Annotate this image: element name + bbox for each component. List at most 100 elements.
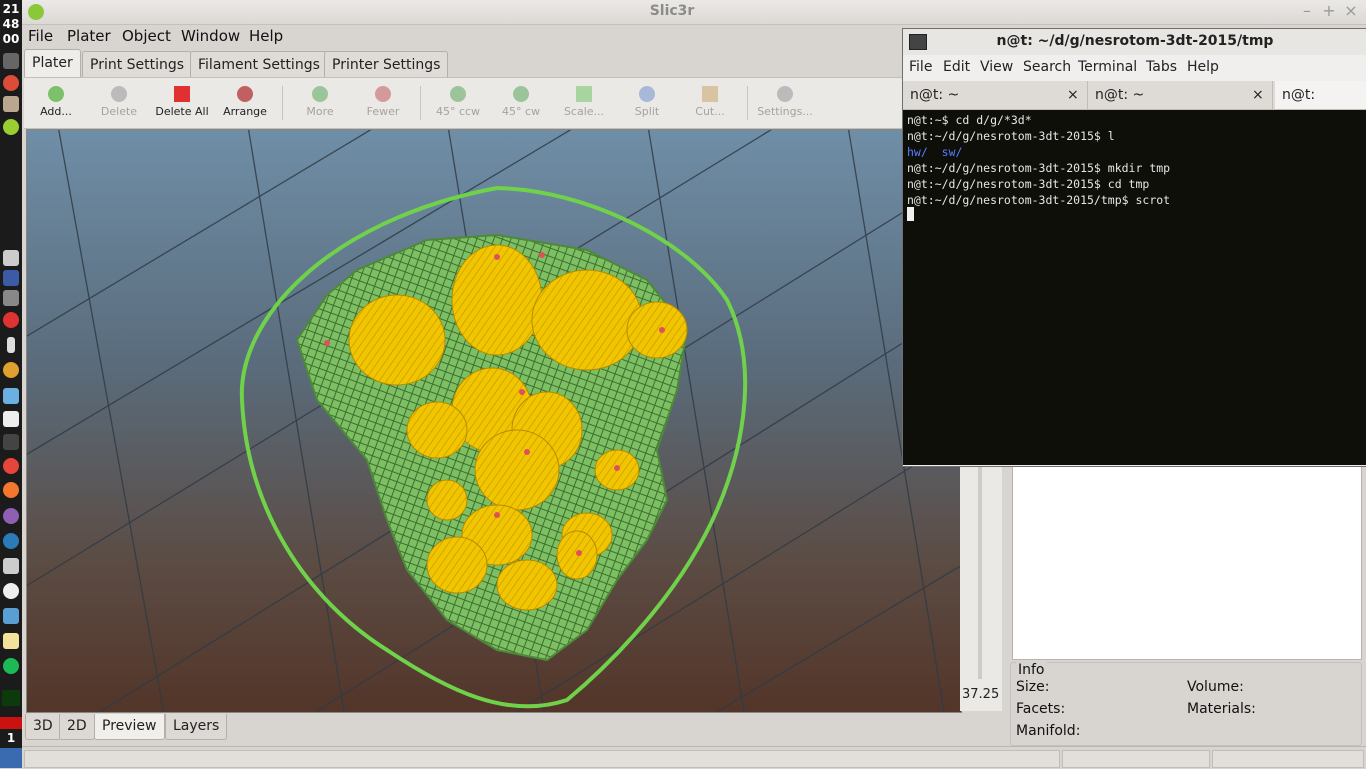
terminal-menu-view[interactable]: View: [980, 59, 1013, 75]
menu-plater[interactable]: Plater: [67, 27, 111, 45]
terminal-line: n@t:~/d/g/nesrotom-3dt-2015$ cd tmp: [907, 177, 1150, 191]
status-message: [24, 750, 1060, 768]
tab-layers[interactable]: Layers: [165, 714, 228, 740]
rotate-cw-button[interactable]: 45° cw: [489, 82, 553, 118]
facets-label: Facets:: [1016, 701, 1066, 717]
tab-2d[interactable]: 2D: [59, 714, 95, 740]
gmail-icon[interactable]: [3, 312, 19, 328]
object-list[interactable]: [1012, 466, 1362, 660]
amazon-icon[interactable]: [3, 583, 19, 599]
cut-button[interactable]: Cut...: [678, 82, 742, 118]
slider-track[interactable]: [978, 449, 982, 679]
toolbar-separator: [282, 86, 283, 120]
terminal-menu-terminal[interactable]: Terminal: [1078, 59, 1137, 75]
scale-button[interactable]: Scale...: [552, 82, 616, 118]
maximize-button[interactable]: +: [1320, 2, 1338, 20]
tab-3d[interactable]: 3D: [25, 714, 61, 740]
tab-printer-settings[interactable]: Printer Settings: [324, 51, 449, 77]
terminal-menu-file[interactable]: File: [909, 59, 932, 75]
volume-icon[interactable]: [3, 250, 19, 266]
delete-button[interactable]: Delete: [87, 82, 151, 118]
more-button[interactable]: More: [288, 82, 352, 118]
tab-close-icon[interactable]: ×: [1252, 81, 1264, 109]
preview-canvas[interactable]: [26, 129, 962, 713]
terminal-launcher-icon[interactable]: [3, 53, 19, 69]
chrome-launcher-icon[interactable]: [3, 75, 19, 91]
clock-minute: 48: [2, 17, 20, 31]
files-launcher-icon[interactable]: [3, 96, 19, 112]
scale-icon: [576, 86, 592, 102]
system-monitor-icon[interactable]: [3, 608, 19, 624]
info-heading: Info: [1016, 662, 1047, 678]
menu-file[interactable]: File: [28, 27, 53, 45]
settings-button[interactable]: Settings...: [753, 82, 817, 118]
menu-object[interactable]: Object: [122, 27, 171, 45]
terminal-tab-active[interactable]: n@t: ~/d/g/n: [1275, 81, 1366, 131]
add-icon: [48, 86, 64, 102]
terminal-menu-search[interactable]: Search: [1023, 59, 1071, 75]
rotate-ccw-button[interactable]: 45° ccw: [426, 82, 490, 118]
cpu-graph: [2, 690, 20, 706]
dropbox-icon[interactable]: [3, 411, 19, 427]
terminal-menu-help[interactable]: Help: [1187, 59, 1219, 75]
workspace-number: 1: [6, 731, 16, 745]
lock-icon[interactable]: [3, 290, 19, 306]
thunderbird-icon[interactable]: [3, 533, 19, 549]
close-button[interactable]: ×: [1342, 2, 1360, 20]
pidgin-icon[interactable]: [3, 508, 19, 524]
split-button[interactable]: Split: [615, 82, 679, 118]
terminal-window: n@t: ~/d/g/nesrotom-3dt-2015/tmp File Ed…: [902, 28, 1366, 467]
slic3r-launcher-icon[interactable]: [3, 119, 19, 135]
menu-help[interactable]: Help: [249, 27, 283, 45]
terminal-tab[interactable]: n@t: ~: [903, 81, 1088, 109]
terminal-menu-edit[interactable]: Edit: [943, 59, 970, 75]
terminal-menubar: File Edit View Search Terminal Tabs Help: [903, 56, 1366, 78]
terminal-line: hw/ sw/: [907, 144, 962, 160]
chrome-icon[interactable]: [3, 458, 19, 474]
slic3r-titlebar[interactable]: Slic3r – + ×: [22, 0, 1366, 25]
flag-icon[interactable]: [3, 270, 19, 286]
tab-preview[interactable]: Preview: [94, 714, 165, 740]
status-bar: [22, 746, 1366, 769]
toolbar-separator: [747, 86, 748, 120]
calculator-icon[interactable]: [3, 558, 19, 574]
terminal-tab[interactable]: n@t: ~: [1088, 81, 1273, 109]
terminal-line: n@t:~/d/g/nesrotom-3dt-2015/tmp$ scrot: [907, 193, 1171, 207]
monitor-icon[interactable]: [3, 434, 19, 450]
network-icon[interactable]: [3, 388, 19, 404]
add-button[interactable]: Add...: [24, 82, 88, 118]
terminal-cursor: [907, 207, 914, 221]
terminal-titlebar[interactable]: n@t: ~/d/g/nesrotom-3dt-2015/tmp: [903, 29, 1366, 55]
info-panel: Info Size: Volume: Facets: Materials: Ma…: [1010, 662, 1362, 746]
split-icon: [639, 86, 655, 102]
toolbar-separator: [420, 86, 421, 120]
text-editor-icon[interactable]: [3, 633, 19, 649]
materials-label: Materials:: [1187, 701, 1256, 717]
size-label: Size:: [1016, 679, 1050, 695]
delete-all-button[interactable]: Delete All: [150, 82, 214, 118]
more-icon: [312, 86, 328, 102]
spotify-icon[interactable]: [3, 658, 19, 674]
terminal-tabbar: n@t: ~ × n@t: ~ × n@t: ~/d/g/n: [903, 81, 1366, 131]
trash-icon[interactable]: [0, 748, 22, 768]
terminal-output[interactable]: n@t:~$ cd d/g/*3d* n@t:~/d/g/nesrotom-3d…: [903, 110, 1366, 465]
firefox-icon[interactable]: [3, 482, 19, 498]
tab-print-settings[interactable]: Print Settings: [82, 51, 193, 77]
menu-window[interactable]: Window: [181, 27, 240, 45]
layer-height-value: 37.25: [962, 687, 1000, 702]
terminal-menu-tabs[interactable]: Tabs: [1146, 59, 1177, 75]
tab-close-icon[interactable]: ×: [1067, 81, 1079, 109]
settings-icon: [777, 86, 793, 102]
clock-second: 00: [2, 32, 20, 46]
battery-icon[interactable]: [7, 337, 15, 353]
fewer-button[interactable]: Fewer: [351, 82, 415, 118]
tab-filament-settings[interactable]: Filament Settings: [190, 51, 328, 77]
arrange-button[interactable]: Arrange: [213, 82, 277, 118]
weather-icon[interactable]: [3, 362, 19, 378]
tab-plater[interactable]: Plater: [24, 49, 81, 77]
status-progress: [1062, 750, 1210, 768]
arrange-icon: [237, 86, 253, 102]
launcher-dock: 21 48 00 1: [0, 0, 22, 768]
minimize-button[interactable]: –: [1298, 2, 1316, 20]
terminal-line: n@t:~/d/g/nesrotom-3dt-2015$ l: [907, 129, 1115, 143]
